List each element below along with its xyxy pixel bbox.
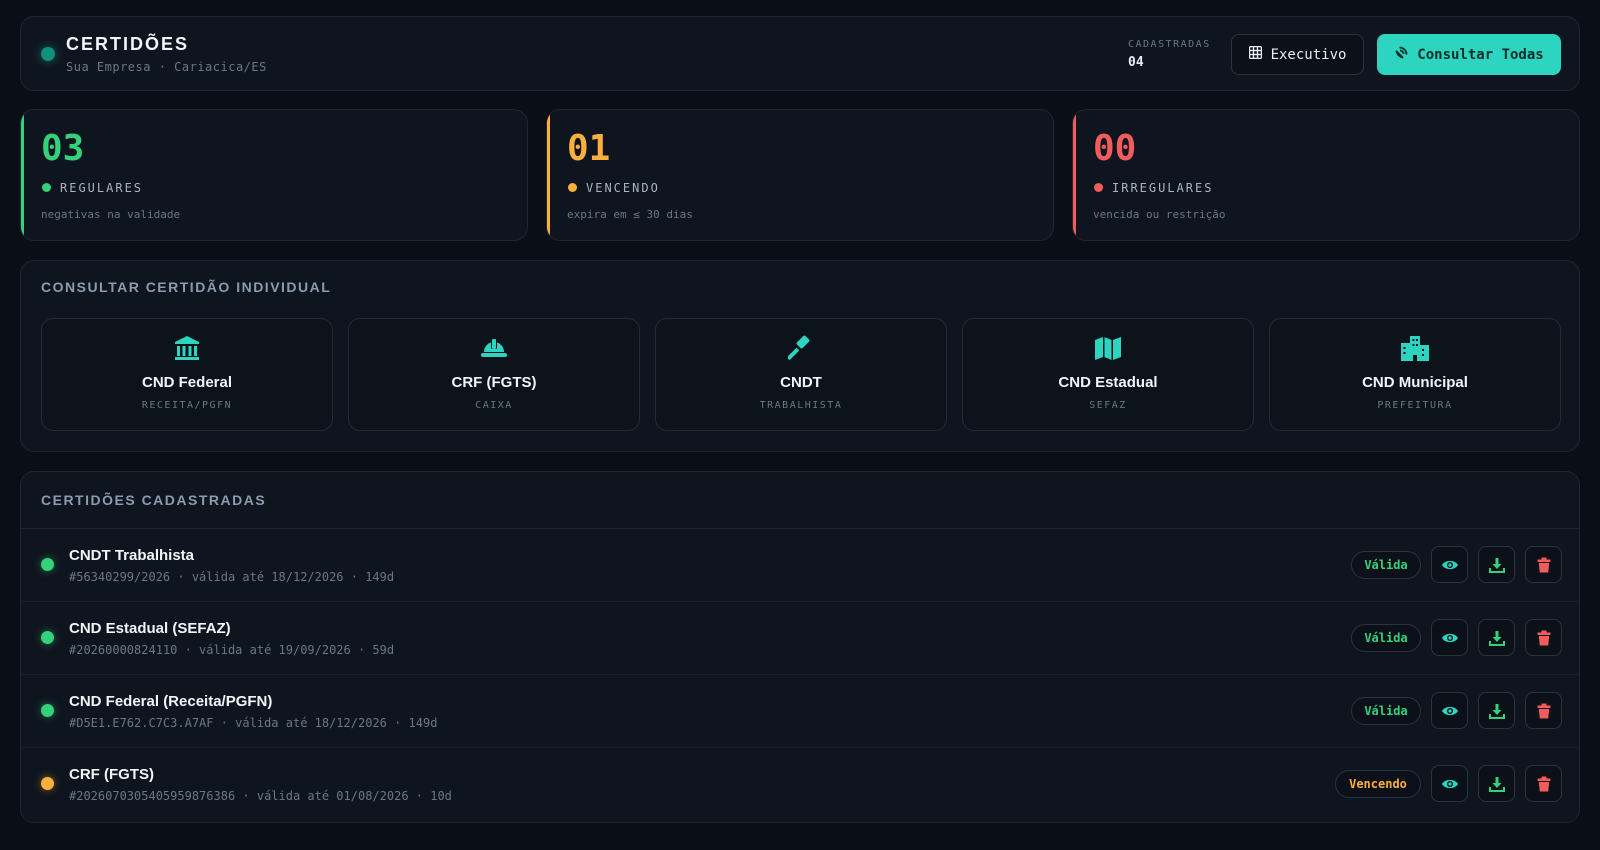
satellite-dish-icon	[1394, 46, 1408, 64]
trash-icon	[1537, 557, 1550, 572]
stat-accent-bar	[21, 110, 24, 240]
stat-accent-bar	[1073, 110, 1076, 240]
stat-accent-bar	[547, 110, 550, 240]
card-name: CND Municipal	[1362, 374, 1468, 391]
view-button[interactable]	[1431, 546, 1468, 583]
list-item: CND Federal (Receita/PGFN) #D5E1.E762.C7…	[21, 675, 1579, 748]
page-title: CERTIDÕES	[66, 34, 190, 54]
view-button[interactable]	[1431, 765, 1468, 802]
card-source: PREFEITURA	[1377, 400, 1453, 411]
city-icon	[1270, 335, 1560, 361]
stat-card-expiring: 01 VENCENDO expira em ≤ 30 dias	[546, 109, 1054, 241]
stat-label: REGULARES	[60, 181, 144, 195]
certificate-meta: #D5E1.E762.C7C3.A7AF · válida até 18/12/…	[69, 716, 438, 730]
individual-consult-section: CONSULTAR CERTIDÃO INDIVIDUAL CND Federa…	[20, 260, 1580, 452]
card-name: CRF (FGTS)	[451, 374, 537, 391]
certificate-name: CRF (FGTS)	[69, 766, 154, 783]
executive-button-label: Executivo	[1270, 46, 1347, 63]
status-badge: Válida	[1351, 551, 1421, 579]
download-icon	[1488, 703, 1505, 719]
status-dot	[41, 631, 54, 644]
eye-icon	[1441, 633, 1458, 642]
status-badge: Válida	[1351, 624, 1421, 652]
list-item: CNDT Trabalhista #56340299/2026 · válida…	[21, 529, 1579, 602]
card-cndt[interactable]: CNDT TRABALHISTA	[655, 318, 947, 431]
stat-value: 03	[41, 128, 85, 169]
download-button[interactable]	[1478, 692, 1515, 729]
stat-dot	[568, 183, 577, 192]
eye-icon	[1441, 560, 1458, 569]
card-crf-fgts[interactable]: CRF (FGTS) CAIXA	[348, 318, 640, 431]
card-source: CAIXA	[475, 400, 513, 411]
section-title: CONSULTAR CERTIDÃO INDIVIDUAL	[41, 279, 332, 295]
certificate-meta: #20260000824110 · válida até 19/09/2026 …	[69, 643, 395, 657]
certificate-name: CND Federal (Receita/PGFN)	[69, 693, 273, 710]
registered-count: 04	[1128, 55, 1144, 70]
download-icon	[1488, 630, 1505, 646]
certificate-meta: #2026070305405959876386 · válida até 01/…	[69, 789, 452, 803]
bank-icon	[42, 335, 332, 361]
delete-button[interactable]	[1525, 765, 1562, 802]
card-source: SEFAZ	[1089, 400, 1127, 411]
card-name: CNDT	[780, 374, 822, 391]
status-dot	[41, 777, 54, 790]
registered-label: CADASTRADAS	[1128, 39, 1211, 50]
stat-description: vencida ou restrição	[1093, 208, 1226, 221]
status-badge: Vencendo	[1335, 770, 1421, 798]
download-icon	[1488, 776, 1505, 792]
header-bar: CERTIDÕES Sua Empresa · Cariacica/ES CAD…	[20, 16, 1580, 91]
status-dot	[41, 704, 54, 717]
consult-all-button[interactable]: Consultar Todas	[1377, 34, 1561, 75]
card-cnd-estadual[interactable]: CND Estadual SEFAZ	[962, 318, 1254, 431]
card-name: CND Estadual	[1058, 374, 1158, 391]
card-source: TRABALHISTA	[759, 400, 843, 411]
company-subtitle: Sua Empresa · Cariacica/ES	[66, 60, 267, 74]
certificate-name: CNDT Trabalhista	[69, 547, 195, 564]
eye-icon	[1441, 779, 1458, 788]
executive-button[interactable]: Executivo	[1231, 34, 1364, 75]
card-source: RECEITA/PGFN	[141, 400, 233, 411]
stat-card-irregular: 00 IRREGULARES vencida ou restrição	[1072, 109, 1580, 241]
delete-button[interactable]	[1525, 692, 1562, 729]
section-title: CERTIDÕES CADASTRADAS	[41, 492, 267, 508]
table-grid-icon	[1248, 45, 1262, 63]
stat-label: IRREGULARES	[1112, 181, 1214, 195]
status-badge: Válida	[1351, 697, 1421, 725]
download-button[interactable]	[1478, 619, 1515, 656]
list-item: CRF (FGTS) #2026070305405959876386 · vál…	[21, 748, 1579, 821]
trash-icon	[1537, 630, 1550, 645]
download-button[interactable]	[1478, 765, 1515, 802]
download-icon	[1488, 557, 1505, 573]
view-button[interactable]	[1431, 619, 1468, 656]
stat-dot	[1094, 183, 1103, 192]
trash-icon	[1537, 776, 1550, 791]
card-cnd-federal[interactable]: CND Federal RECEITA/PGFN	[41, 318, 333, 431]
stat-card-regular: 03 REGULARES negativas na validade	[20, 109, 528, 241]
status-dot	[41, 558, 54, 571]
download-button[interactable]	[1478, 546, 1515, 583]
view-button[interactable]	[1431, 692, 1468, 729]
card-name: CND Federal	[141, 374, 233, 391]
eye-icon	[1441, 706, 1458, 715]
registered-counter: CADASTRADAS 04	[1128, 39, 1211, 70]
stat-value: 01	[567, 128, 611, 169]
list-item: CND Estadual (SEFAZ) #20260000824110 · v…	[21, 602, 1579, 675]
gavel-icon	[656, 335, 946, 361]
trash-icon	[1537, 703, 1550, 718]
stat-value: 00	[1093, 128, 1137, 169]
delete-button[interactable]	[1525, 546, 1562, 583]
registered-certificates-section: CERTIDÕES CADASTRADAS CNDT Trabalhista #…	[20, 471, 1580, 823]
stat-label: VENCENDO	[586, 181, 660, 195]
hard-hat-icon	[349, 335, 639, 361]
card-cnd-municipal[interactable]: CND Municipal PREFEITURA	[1269, 318, 1561, 431]
certificate-meta: #56340299/2026 · válida até 18/12/2026 ·…	[69, 570, 395, 584]
consult-all-label: Consultar Todas	[1417, 46, 1544, 63]
delete-button[interactable]	[1525, 619, 1562, 656]
status-indicator	[41, 47, 55, 61]
stat-description: expira em ≤ 30 dias	[567, 208, 693, 221]
stat-description: negativas na validade	[41, 208, 181, 221]
stat-dot	[42, 183, 51, 192]
certificate-name: CND Estadual (SEFAZ)	[69, 620, 231, 637]
map-icon	[963, 335, 1253, 361]
